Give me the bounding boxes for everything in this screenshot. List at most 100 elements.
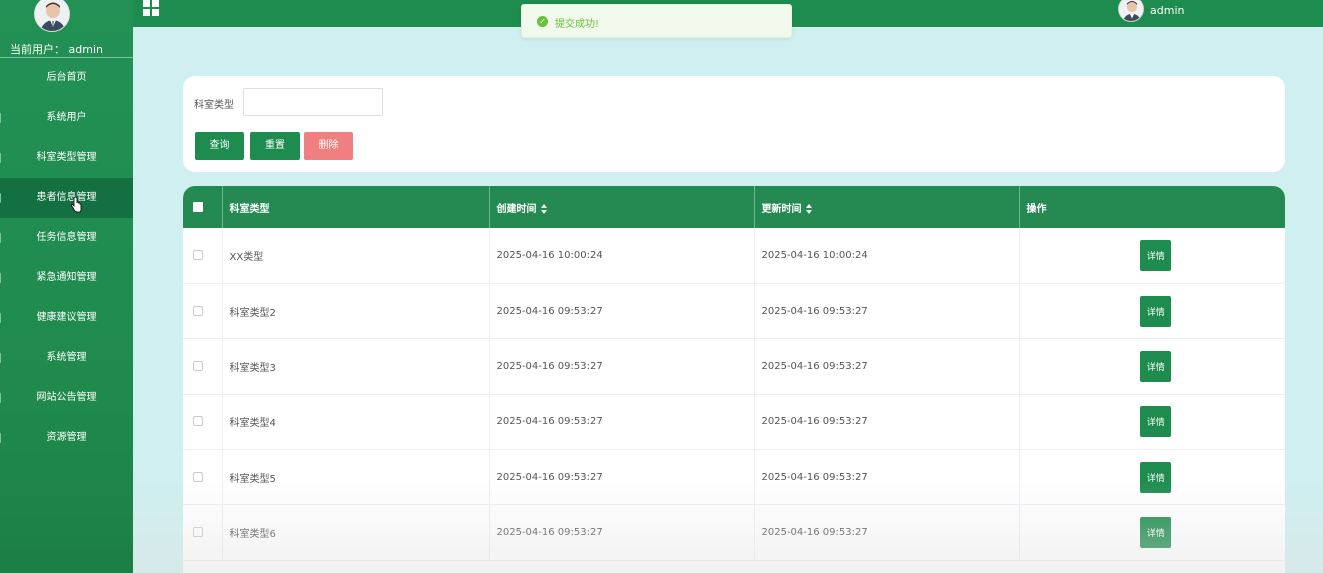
collapse-indicator-icon bbox=[0, 433, 1, 443]
user-avatar[interactable] bbox=[34, 0, 70, 32]
cell-actions: 详情 bbox=[1019, 449, 1285, 506]
cell-type: 科室类型2 bbox=[222, 283, 490, 340]
sidebar-menu: 后台首页 系统用户 科室类型管理 患者信息管理 任务信息管理 紧急通知管理 健康… bbox=[0, 58, 133, 458]
detail-button[interactable]: 详情 bbox=[1140, 350, 1172, 382]
sidebar-item-label: 网站公告管理 bbox=[36, 392, 97, 403]
sidebar-item-task-info[interactable]: 任务信息管理 bbox=[0, 218, 133, 258]
table-row: 科室类型4 2025-04-16 09:53:27 2025-04-16 09:… bbox=[183, 394, 1285, 451]
cell-actions: 详情 bbox=[1019, 504, 1285, 561]
sidebar-item-emergency-notice[interactable]: 紧急通知管理 bbox=[0, 258, 133, 298]
topbar-avatar[interactable] bbox=[1118, 0, 1144, 22]
check-circle-icon: ✓ bbox=[537, 16, 548, 27]
current-user-name: admin bbox=[68, 43, 103, 56]
query-button[interactable]: 查询 bbox=[195, 132, 244, 160]
sidebar-item-label: 资源管理 bbox=[46, 432, 87, 443]
table-row: 科室类型3 2025-04-16 09:53:27 2025-04-16 09:… bbox=[183, 338, 1285, 395]
sidebar-item-label: 后台首页 bbox=[46, 72, 87, 83]
data-table: 科室类型 创建时间 更新时间 操作 XX类型 2025-04-16 10:00:… bbox=[183, 186, 1285, 573]
column-header-created[interactable]: 创建时间 bbox=[489, 186, 755, 228]
sidebar-item-department-types[interactable]: 科室类型管理 bbox=[0, 138, 133, 178]
cell-created: 2025-04-16 09:53:27 bbox=[489, 504, 755, 561]
collapse-indicator-icon bbox=[0, 113, 1, 123]
user-avatar-image bbox=[35, 0, 69, 31]
table-row: XX类型 2025-04-16 10:00:24 2025-04-16 10:0… bbox=[183, 228, 1285, 284]
detail-button[interactable]: 详情 bbox=[1140, 295, 1172, 327]
collapse-indicator-icon bbox=[0, 273, 1, 283]
column-header-label: 创建时间 bbox=[496, 203, 537, 215]
cell-updated: 2025-04-16 09:53:27 bbox=[754, 338, 1020, 395]
column-header-actions: 操作 bbox=[1019, 186, 1285, 228]
select-all-cell bbox=[183, 186, 223, 228]
column-header-label: 更新时间 bbox=[761, 203, 802, 215]
row-checkbox[interactable] bbox=[193, 416, 203, 427]
cell-updated: 2025-04-16 10:00:24 bbox=[754, 228, 1020, 284]
detail-button[interactable]: 详情 bbox=[1140, 239, 1172, 271]
cell-created: 2025-04-16 09:53:27 bbox=[489, 283, 755, 340]
cell-created: 2025-04-16 09:53:27 bbox=[489, 394, 755, 451]
sidebar-item-label: 紧急通知管理 bbox=[36, 272, 97, 283]
sort-icon[interactable] bbox=[805, 203, 812, 214]
column-header-updated[interactable]: 更新时间 bbox=[754, 186, 1020, 228]
sidebar-item-label: 系统管理 bbox=[46, 352, 87, 363]
sidebar-item-label: 科室类型管理 bbox=[36, 152, 97, 163]
cell-type: XX类型 bbox=[222, 228, 490, 284]
cell-created: 2025-04-16 09:53:27 bbox=[489, 338, 755, 395]
collapse-indicator-icon bbox=[0, 353, 1, 363]
row-select-cell bbox=[183, 504, 223, 561]
success-toast: ✓ 提交成功! bbox=[521, 4, 792, 38]
table-row: 科室类型6 2025-04-16 09:53:27 2025-04-16 09:… bbox=[183, 504, 1285, 561]
column-header-type: 科室类型 bbox=[222, 186, 490, 228]
sidebar-item-resources[interactable]: 资源管理 bbox=[0, 418, 133, 458]
mouse-cursor-icon bbox=[70, 197, 82, 213]
delete-button[interactable]: 删除 bbox=[304, 132, 353, 160]
cell-updated: 2025-04-16 09:53:27 bbox=[754, 449, 1020, 506]
row-checkbox[interactable] bbox=[193, 360, 203, 371]
row-checkbox[interactable] bbox=[193, 471, 203, 482]
sidebar-item-site-announcements[interactable]: 网站公告管理 bbox=[0, 378, 133, 418]
cell-created: 2025-04-16 10:00:24 bbox=[489, 228, 755, 284]
search-panel: 科室类型 查询 重置 删除 bbox=[183, 76, 1285, 172]
sort-icon[interactable] bbox=[540, 203, 547, 214]
current-user-text: 当前用户： admin bbox=[10, 41, 103, 57]
detail-button[interactable]: 详情 bbox=[1140, 461, 1172, 493]
collapse-indicator-icon bbox=[0, 393, 1, 403]
cell-type: 科室类型4 bbox=[222, 394, 490, 451]
cell-actions: 详情 bbox=[1019, 283, 1285, 340]
row-checkbox[interactable] bbox=[193, 527, 203, 538]
row-select-cell bbox=[183, 228, 223, 284]
department-type-label: 科室类型 bbox=[194, 100, 234, 111]
collapse-indicator-icon bbox=[0, 153, 1, 163]
sidebar-item-system-management[interactable]: 系统管理 bbox=[0, 338, 133, 378]
cell-updated: 2025-04-16 09:53:27 bbox=[754, 283, 1020, 340]
detail-button[interactable]: 详情 bbox=[1140, 517, 1172, 549]
topbar-avatar-image bbox=[1119, 0, 1143, 21]
row-select-cell bbox=[183, 283, 223, 340]
row-select-cell bbox=[183, 394, 223, 451]
sidebar-item-label: 任务信息管理 bbox=[36, 232, 97, 243]
cell-updated: 2025-04-16 09:53:27 bbox=[754, 394, 1020, 451]
sidebar-user-block: 当前用户： admin bbox=[0, 0, 133, 58]
sidebar-item-home[interactable]: 后台首页 bbox=[0, 58, 133, 98]
row-select-cell bbox=[183, 338, 223, 395]
sidebar-item-health-advice[interactable]: 健康建议管理 bbox=[0, 298, 133, 338]
sidebar-item-system-users[interactable]: 系统用户 bbox=[0, 98, 133, 138]
collapse-indicator-icon bbox=[0, 233, 1, 243]
cell-actions: 详情 bbox=[1019, 228, 1285, 284]
row-checkbox[interactable] bbox=[193, 249, 203, 260]
cell-actions: 详情 bbox=[1019, 338, 1285, 395]
row-checkbox[interactable] bbox=[193, 305, 203, 316]
sidebar-item-label: 患者信息管理 bbox=[36, 192, 97, 203]
department-type-input[interactable] bbox=[243, 88, 383, 116]
reset-button[interactable]: 重置 bbox=[250, 132, 300, 160]
sidebar-item-patient-info[interactable]: 患者信息管理 bbox=[0, 178, 133, 218]
menu-grid-icon[interactable] bbox=[143, 0, 159, 16]
select-all-checkbox[interactable] bbox=[193, 201, 203, 212]
cell-updated: 2025-04-16 09:53:27 bbox=[754, 504, 1020, 561]
table-row: 科室类型5 2025-04-16 09:53:27 2025-04-16 09:… bbox=[183, 449, 1285, 506]
topbar-username[interactable]: admin bbox=[1150, 4, 1184, 17]
sidebar-item-label: 系统用户 bbox=[46, 112, 87, 123]
table-header-row: 科室类型 创建时间 更新时间 操作 bbox=[183, 186, 1285, 228]
cell-type: 科室类型6 bbox=[222, 504, 490, 561]
detail-button[interactable]: 详情 bbox=[1140, 406, 1172, 438]
collapse-indicator-icon bbox=[0, 193, 1, 203]
